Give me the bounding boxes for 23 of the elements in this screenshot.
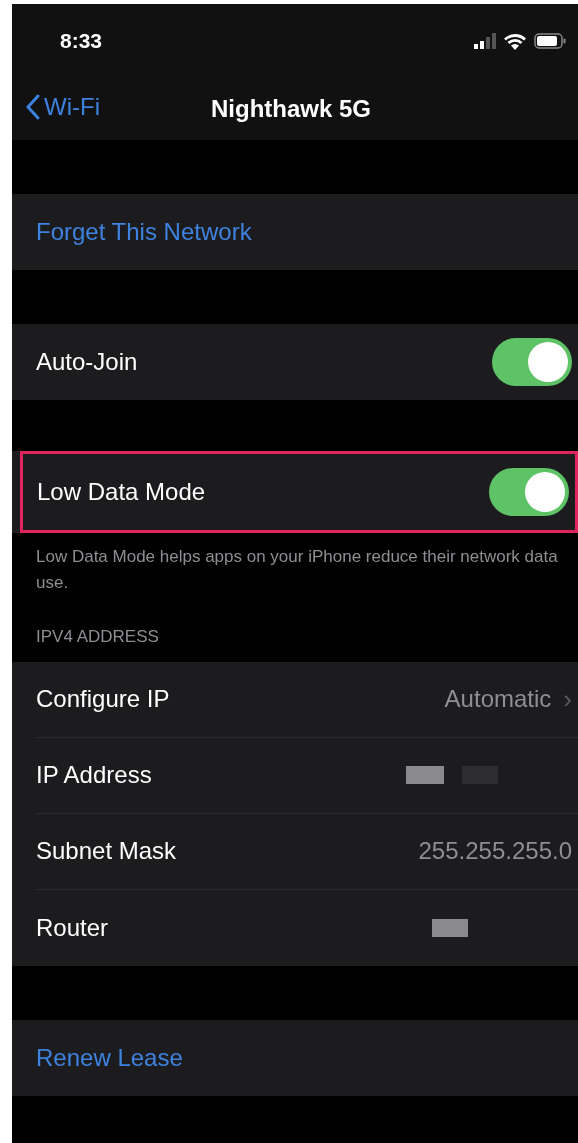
action-link[interactable]: Forget This Network: [36, 214, 252, 250]
section-header: IPV4 ADDRESS: [35, 626, 160, 648]
row-label: Configure IP: [36, 684, 170, 714]
row-label: Router: [36, 912, 109, 943]
row-label: Subnet Mask: [36, 836, 177, 866]
section-footer: Low Data Mode helps apps on your iPhone reduce their network data use.: [12, 530, 578, 596]
row-value: 255.255.255.0: [418, 836, 572, 866]
toggle-switch[interactable]: [492, 338, 572, 386]
redacted-value: [432, 918, 468, 937]
action-link[interactable]: Renew Lease: [36, 1039, 183, 1076]
wifi-icon: [504, 32, 526, 50]
back-button[interactable]: Wi-Fi: [26, 89, 100, 125]
status-time: 8:33: [60, 28, 103, 55]
chevron-icon: ›: [563, 686, 572, 712]
row-value: Automatic: [444, 684, 552, 714]
row-label: IP Address: [36, 760, 152, 790]
signal-icon: [474, 33, 496, 49]
chevron-left-icon: [26, 94, 40, 120]
row-label: Low Data Mode: [37, 477, 206, 507]
battery-icon: [534, 33, 566, 49]
nav-title: Nighthawk 5G: [211, 94, 371, 124]
toggle-switch[interactable]: [489, 468, 569, 516]
row-label: Auto-Join: [36, 347, 138, 377]
